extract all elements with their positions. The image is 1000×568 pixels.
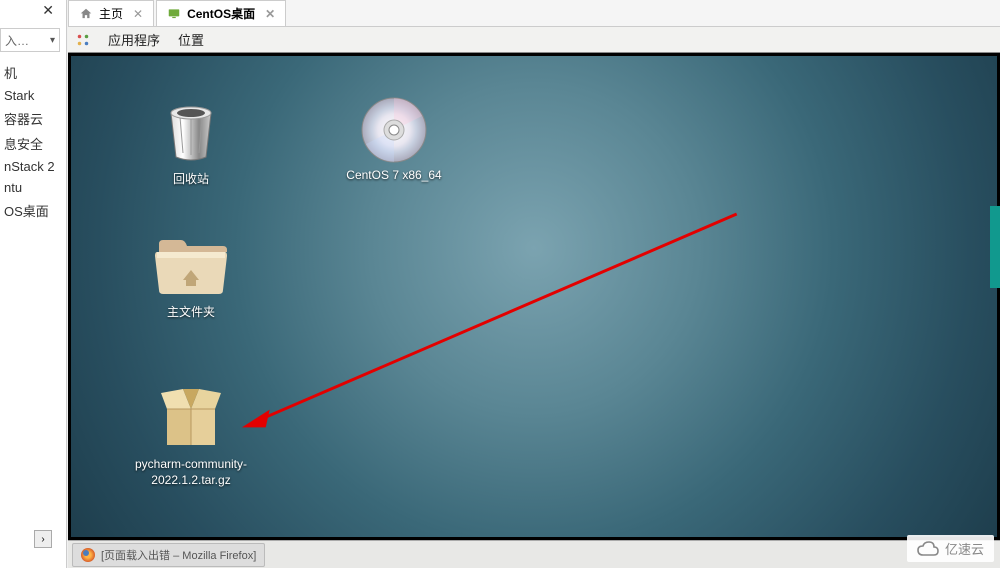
monitor-icon [167,7,181,21]
list-item[interactable]: ntu [0,177,67,198]
task-label: [页面载入出错 – Mozilla Firefox] [101,547,256,563]
cloud-icon [917,541,939,557]
desktop-icon-package[interactable]: pycharm-community-2022.1.2.tar.gz [126,388,256,488]
close-icon[interactable]: ✕ [42,2,54,19]
menu-places[interactable]: 位置 [178,30,204,49]
watermark-text: 亿速云 [945,539,984,558]
trash-icon [155,103,227,165]
list-item[interactable]: OS桌面 [0,198,67,223]
tab-centos-desktop[interactable]: CentOS桌面 ✕ [156,0,286,26]
list-item[interactable]: Stark [0,85,67,106]
icon-label: 回收站 [126,171,256,187]
list-item[interactable]: 容器云 [0,106,67,131]
desktop-icon-trash[interactable]: 回收站 [126,103,256,187]
package-icon [155,388,227,450]
list-item[interactable]: 息安全 [0,131,67,156]
tab-bar: 主页 ✕ CentOS桌面 ✕ [68,0,1000,27]
list-item[interactable]: nStack 2 [0,156,67,177]
nav-forward-button[interactable]: › [34,530,52,548]
icon-label: 主文件夹 [126,304,256,320]
watermark: 亿速云 [907,535,994,562]
home-icon [79,7,93,21]
disc-icon [358,99,430,161]
sidebar-panel: ✕ 入… 机 Stark 容器云 息安全 nStack 2 ntu OS桌面 › [0,0,67,568]
icon-label: CentOS 7 x86_64 [329,167,459,183]
tab-label: 主页 [99,5,123,22]
firefox-icon [81,548,95,562]
taskbar: [页面载入出错 – Mozilla Firefox] [68,540,1000,568]
desktop-area[interactable]: 回收站 CentOS 7 x86_64 主文件夹 [68,53,1000,540]
search-placeholder: 入… [5,32,29,49]
icon-label: pycharm-community-2022.1.2.tar.gz [126,456,256,488]
apps-icon [76,33,90,47]
tab-label: CentOS桌面 [187,5,255,22]
close-icon[interactable]: ✕ [133,7,143,21]
vm-list: 机 Stark 容器云 息安全 nStack 2 ntu OS桌面 [0,60,67,223]
close-icon[interactable]: ✕ [265,7,275,21]
folder-home-icon [155,236,227,298]
tab-home[interactable]: 主页 ✕ [68,0,154,26]
gnome-menu-bar: 应用程序 位置 [68,27,1000,53]
list-item[interactable]: 机 [0,60,67,85]
desktop-icon-disc[interactable]: CentOS 7 x86_64 [329,99,459,183]
chevron-right-icon: › [41,534,44,545]
taskbar-item-firefox[interactable]: [页面载入出错 – Mozilla Firefox] [72,543,265,567]
menu-applications[interactable]: 应用程序 [108,30,160,49]
side-handle[interactable] [990,206,1000,288]
search-input[interactable]: 入… [0,28,60,52]
desktop-icon-home-folder[interactable]: 主文件夹 [126,236,256,320]
